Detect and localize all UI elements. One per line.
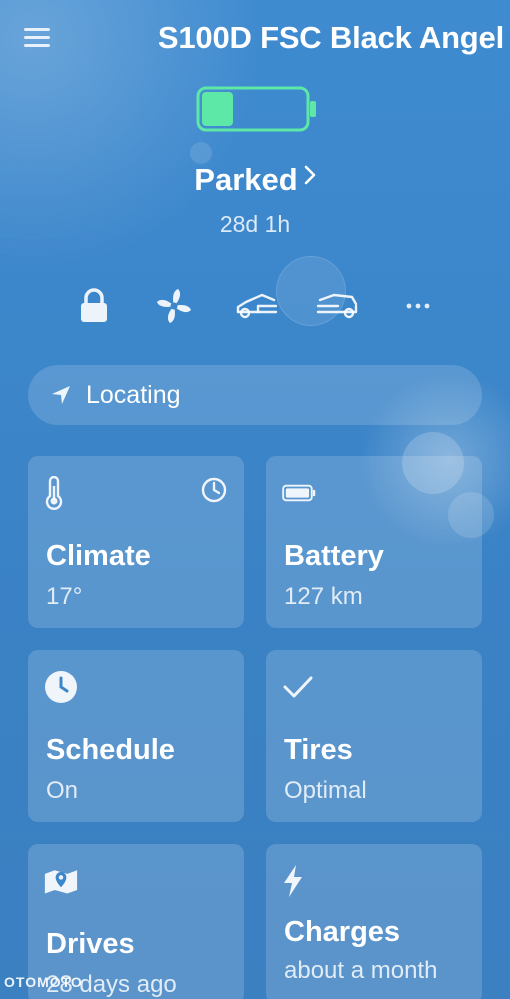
more-icon: [406, 303, 430, 309]
chevron-right-icon: [304, 165, 316, 185]
lock-icon: [81, 288, 107, 322]
schedule-title: Schedule: [46, 734, 175, 766]
schedule-status: On: [46, 777, 79, 804]
parked-duration: 28d 1h: [219, 211, 291, 237]
battery-icon: [282, 476, 316, 510]
battery-level-icon: [196, 86, 316, 132]
charges-card[interactable]: Charges about a month: [266, 844, 482, 999]
location-bar[interactable]: Locating: [28, 365, 482, 425]
climate-temperature: 17°: [46, 583, 83, 610]
climate-title: Climate: [46, 540, 151, 572]
tires-title: Tires: [284, 734, 353, 766]
hamburger-menu-icon[interactable]: [24, 28, 52, 52]
car-name-title: S100D FSC Black Angel: [157, 20, 504, 55]
map-pin-icon: [44, 864, 78, 898]
lens-flare: [190, 142, 212, 164]
schedule-card[interactable]: Schedule On: [28, 650, 244, 822]
fan-icon: [157, 289, 191, 323]
charges-last: about a month: [284, 957, 438, 984]
more-button[interactable]: [396, 284, 440, 328]
navigation-arrow-icon: [48, 382, 74, 408]
location-label: Locating: [86, 380, 181, 409]
drives-title: Drives: [46, 928, 135, 960]
clock-icon: [44, 670, 78, 704]
battery-card[interactable]: Battery 127 km: [266, 456, 482, 628]
status-parked-link[interactable]: Parked: [0, 162, 510, 198]
battery-range: 127 km: [284, 583, 363, 610]
charges-title: Charges: [284, 916, 401, 948]
tires-card[interactable]: Tires Optimal: [266, 650, 482, 822]
checkmark-icon: [282, 670, 316, 704]
tires-status: Optimal: [284, 777, 367, 804]
trunk-button[interactable]: [312, 284, 362, 328]
climate-fan-button[interactable]: [152, 284, 196, 328]
battery-fill: [202, 92, 233, 126]
climate-card[interactable]: Climate 17°: [28, 456, 244, 628]
lock-button[interactable]: [72, 284, 116, 328]
lightning-icon: [282, 864, 316, 898]
frunk-button[interactable]: [232, 284, 282, 328]
clock-icon: [200, 476, 228, 504]
trunk-icon: [316, 293, 358, 319]
frunk-icon: [236, 293, 278, 319]
otomoto-watermark: OTOMOTO: [4, 974, 83, 990]
battery-title: Battery: [284, 540, 384, 572]
status-label: Parked: [194, 162, 298, 197]
thermometer-icon: [44, 476, 78, 510]
